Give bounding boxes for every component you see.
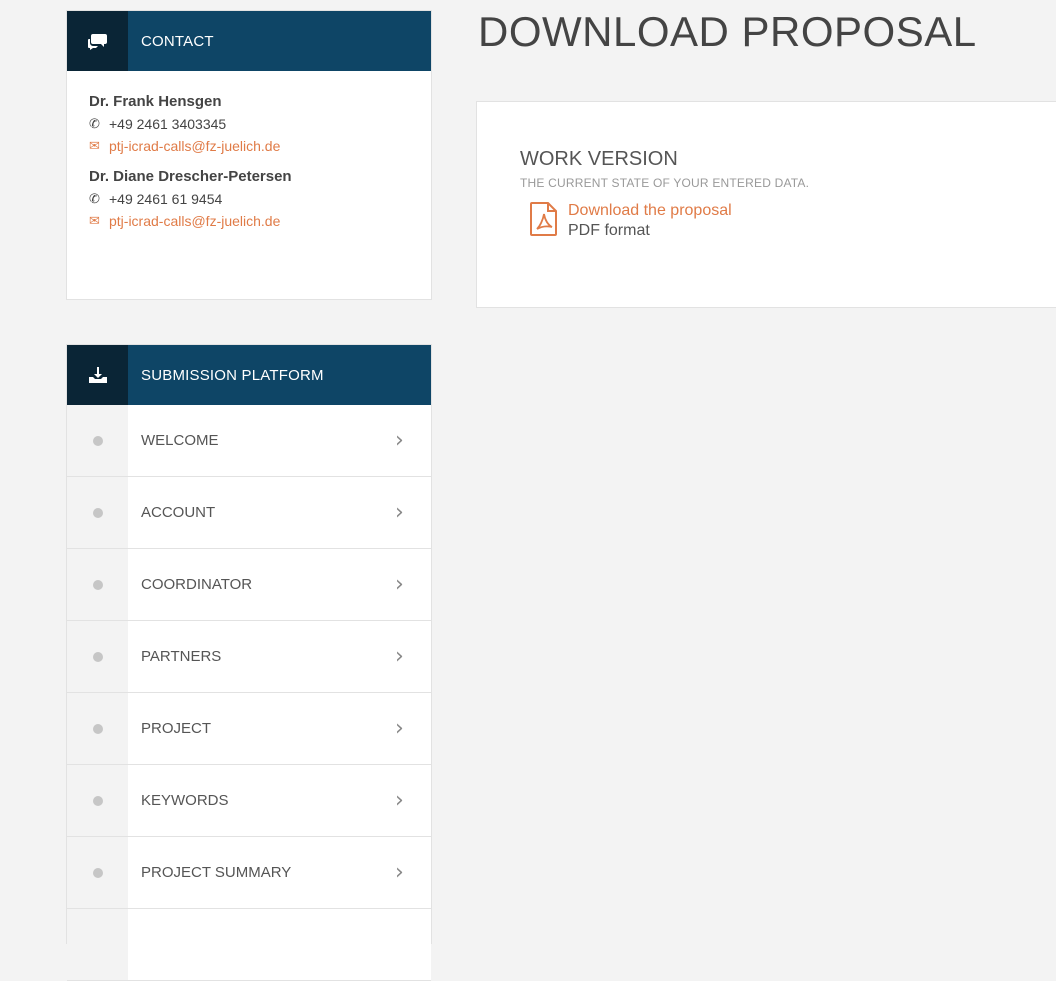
contact-email-link[interactable]: ptj-icrad-calls@fz-juelich.de (109, 138, 280, 154)
contact-phone: +49 2461 3403345 (109, 116, 227, 132)
work-version-card: WORK VERSION THE CURRENT STATE OF YOUR E… (476, 101, 1056, 308)
contact-heading: CONTACT (141, 32, 214, 50)
work-version-subtitle: THE CURRENT STATE OF YOUR ENTERED DATA. (520, 176, 810, 190)
status-dot (92, 579, 103, 590)
status-dot (92, 651, 103, 662)
work-version-title: WORK VERSION (520, 148, 678, 170)
contact-name: Dr. Diane Drescher-Petersen (89, 168, 292, 185)
nav-item-label: PARTNERS (141, 648, 222, 665)
chevron-right-icon: › (395, 500, 404, 525)
nav-item-label: KEYWORDS (141, 792, 229, 809)
chevron-right-icon: › (395, 788, 404, 813)
nav-item-account[interactable]: ACCOUNT › (67, 477, 431, 549)
nav-item-project[interactable]: PROJECT › (67, 693, 431, 765)
nav-item-partners[interactable]: PARTNERS › (67, 621, 431, 693)
status-dot (92, 795, 103, 806)
contact-name: Dr. Frank Hensgen (89, 93, 222, 110)
pdf-file-icon[interactable] (530, 202, 558, 241)
download-proposal-link[interactable]: Download the proposal (568, 202, 732, 220)
chevron-right-icon: › (395, 860, 404, 885)
download-tray-icon (67, 345, 128, 405)
phone-icon: ✆ (89, 191, 100, 206)
nav-item-keywords[interactable]: KEYWORDS › (67, 765, 431, 837)
status-dot (92, 507, 103, 518)
contact-email-link[interactable]: ptj-icrad-calls@fz-juelich.de (109, 213, 280, 229)
status-dot (92, 867, 103, 878)
contact-person: Dr. Diane Drescher-Petersen ✆ +49 2461 6… (89, 168, 409, 229)
chevron-right-icon: › (395, 428, 404, 453)
contact-phone: +49 2461 61 9454 (109, 191, 223, 207)
nav-item-label: PROJECT SUMMARY (141, 864, 292, 881)
status-dot (92, 435, 103, 446)
envelope-icon: ✉ (89, 213, 100, 228)
nav-item-label: PROJECT (141, 720, 212, 737)
platform-heading: SUBMISSION PLATFORM (141, 366, 324, 384)
chevron-right-icon: › (395, 644, 404, 669)
phone-icon: ✆ (89, 116, 100, 131)
contact-person: Dr. Frank Hensgen ✆ +49 2461 3403345 ✉ p… (89, 93, 409, 154)
nav-item-partial[interactable] (67, 909, 431, 981)
contact-panel: CONTACT Dr. Frank Hensgen ✆ +49 2461 340… (66, 10, 432, 300)
download-row: Download the proposal PDF format (530, 202, 1056, 241)
chevron-right-icon: › (395, 572, 404, 597)
nav-item-label: ACCOUNT (141, 504, 216, 521)
file-format-label: PDF format (568, 222, 650, 239)
nav-item-project-summary[interactable]: PROJECT SUMMARY › (67, 837, 431, 909)
chat-bubbles-icon (67, 11, 128, 71)
nav-item-label: COORDINATOR (141, 576, 253, 593)
contact-header: CONTACT (67, 11, 431, 71)
status-dot (92, 723, 103, 734)
page-title: DOWNLOAD PROPOSAL (478, 8, 977, 55)
submission-platform-panel: SUBMISSION PLATFORM WELCOME › ACCOUNT › … (66, 344, 432, 981)
nav-item-label: WELCOME (141, 432, 219, 449)
chevron-right-icon: › (395, 716, 404, 741)
platform-header: SUBMISSION PLATFORM (67, 345, 431, 405)
envelope-icon: ✉ (89, 138, 100, 153)
nav-item-coordinator[interactable]: COORDINATOR › (67, 549, 431, 621)
nav-item-welcome[interactable]: WELCOME › (67, 405, 431, 477)
